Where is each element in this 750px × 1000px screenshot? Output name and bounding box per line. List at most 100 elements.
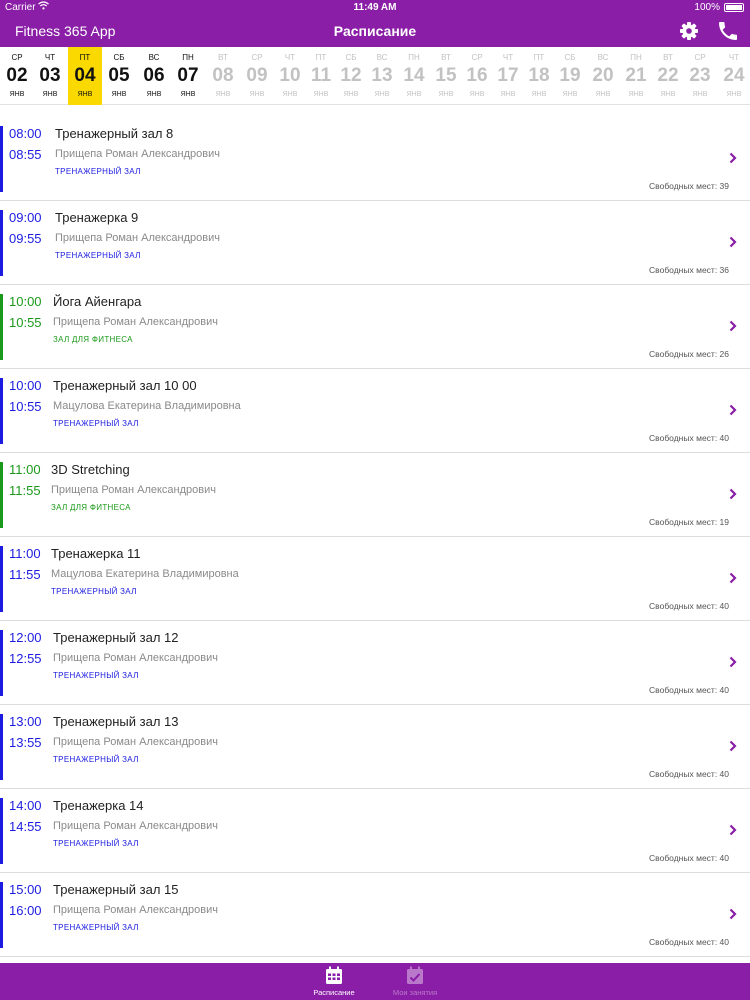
day-month: ЯНВ (343, 91, 359, 98)
schedule-list: 08:00 08:55 Тренажерный зал 8 Прищепа Роман… (0, 117, 750, 957)
day-month: ЯНВ (469, 91, 485, 98)
day-cell[interactable]: ПН 07 ЯНВ (171, 47, 205, 105)
end-time: 13:55 (9, 735, 42, 750)
day-cell[interactable]: ВС 13 ЯНВ (365, 47, 399, 105)
day-number: 10 (279, 65, 301, 86)
day-number: 24 (723, 65, 745, 86)
day-cell[interactable]: ВТ 22 ЯНВ (651, 47, 685, 105)
end-time: 12:55 (9, 651, 42, 666)
free-places: Свободных мест: 40 (649, 601, 729, 611)
day-cell[interactable]: СР 16 ЯНВ (460, 47, 494, 105)
class-row[interactable]: 08:00 08:55 Тренажерный зал 8 Прищепа Роман… (0, 117, 750, 201)
day-weekday: ПТ (533, 53, 545, 62)
day-cell[interactable]: ПН 21 ЯНВ (619, 47, 653, 105)
day-cell[interactable]: ПТ 11 ЯНВ (304, 47, 338, 105)
day-weekday: ВС (148, 53, 160, 62)
phone-icon[interactable] (716, 19, 740, 43)
trainer-name: Прищепа Роман Александрович (53, 652, 218, 664)
day-month: ЯНВ (628, 91, 644, 98)
day-cell[interactable]: ЧТ 10 ЯНВ (273, 47, 307, 105)
day-cell[interactable]: СБ 05 ЯНВ (102, 47, 136, 105)
chevron-right-icon[interactable] (729, 739, 737, 752)
day-cell[interactable]: ЧТ 03 ЯНВ (33, 47, 67, 105)
day-cell[interactable]: СР 23 ЯНВ (683, 47, 717, 105)
class-row[interactable]: 11:00 11:55 Тренажерка 11 Мацулова Екатерин… (0, 537, 750, 621)
chevron-right-icon[interactable] (729, 655, 737, 668)
day-month: ЯНВ (146, 91, 162, 98)
category-bar (0, 210, 3, 276)
class-name: Тренажерный зал 8 (55, 126, 174, 141)
gear-icon[interactable] (678, 20, 700, 42)
start-time: 10:00 (9, 378, 42, 393)
day-number: 15 (435, 65, 457, 86)
class-row[interactable]: 13:00 13:55 Тренажерный зал 13 Прищепа Рома… (0, 705, 750, 789)
chevron-right-icon[interactable] (729, 403, 737, 416)
day-cell[interactable]: СР 09 ЯНВ (240, 47, 274, 105)
trainer-name: Прищепа Роман Александрович (55, 148, 220, 160)
day-cell[interactable]: ВС 20 ЯНВ (586, 47, 620, 105)
location-label: ЗАЛ ДЛЯ ФИТНЕСА (51, 503, 131, 512)
class-row[interactable]: 15:00 16:00 Тренажерный зал 15 Прищепа Рома… (0, 873, 750, 957)
day-cell[interactable]: ПТ 18 ЯНВ (522, 47, 556, 105)
day-cell[interactable]: ПН 14 ЯНВ (397, 47, 431, 105)
chevron-right-icon[interactable] (729, 151, 737, 164)
chevron-right-icon[interactable] (729, 487, 737, 500)
day-month: ЯНВ (313, 91, 329, 98)
start-time: 15:00 (9, 882, 42, 897)
class-row[interactable]: 14:00 14:55 Тренажерка 14 Прищепа Роман Але… (0, 789, 750, 873)
tab-label: Расписание (313, 988, 355, 997)
class-row[interactable]: 12:00 12:55 Тренажерный зал 12 Прищепа Рома… (0, 621, 750, 705)
chevron-right-icon[interactable] (729, 907, 737, 920)
day-weekday: ПН (408, 53, 420, 62)
trainer-name: Прищепа Роман Александрович (53, 820, 218, 832)
day-month: ЯНВ (215, 91, 231, 98)
category-bar (0, 882, 3, 948)
day-weekday: СР (11, 53, 23, 62)
chevron-right-icon[interactable] (729, 571, 737, 584)
tab-my-classes[interactable]: Мои занятия (370, 966, 460, 997)
chevron-right-icon[interactable] (729, 823, 737, 836)
day-cell[interactable]: ВТ 15 ЯНВ (429, 47, 463, 105)
day-cell[interactable]: ПТ 04 ЯНВ (68, 47, 102, 105)
start-time: 12:00 (9, 630, 42, 645)
class-row[interactable]: 11:00 11:55 3D Stretching Прищепа Роман Але… (0, 453, 750, 537)
chevron-right-icon[interactable] (729, 235, 737, 248)
day-month: ЯНВ (595, 91, 611, 98)
day-number: 06 (143, 65, 165, 86)
start-time: 13:00 (9, 714, 42, 729)
day-number: 04 (74, 65, 96, 86)
end-time: 08:55 (9, 147, 42, 162)
category-bar (0, 462, 3, 528)
free-places: Свободных мест: 40 (649, 433, 729, 443)
trainer-name: Прищепа Роман Александрович (51, 484, 216, 496)
day-weekday: СБ (564, 53, 576, 62)
class-row[interactable]: 10:00 10:55 Тренажерный зал 10 00 Мацулова … (0, 369, 750, 453)
class-row[interactable]: 09:00 09:55 Тренажерка 9 Прищепа Роман Алек… (0, 201, 750, 285)
trainer-name: Прищепа Роман Александрович (53, 316, 218, 328)
day-number: 18 (528, 65, 550, 86)
day-month: ЯНВ (406, 91, 422, 98)
free-places: Свободных мест: 36 (649, 265, 729, 275)
day-cell[interactable]: ВТ 08 ЯНВ (206, 47, 240, 105)
end-time: 10:55 (9, 399, 42, 414)
day-weekday: ВТ (218, 53, 228, 62)
day-cell[interactable]: СР 02 ЯНВ (0, 47, 34, 105)
day-weekday: ПТ (315, 53, 327, 62)
category-bar (0, 294, 3, 360)
day-number: 14 (403, 65, 425, 86)
day-cell[interactable]: ВС 06 ЯНВ (137, 47, 171, 105)
day-cell[interactable]: ЧТ 17 ЯНВ (491, 47, 525, 105)
category-bar (0, 714, 3, 780)
tab-schedule[interactable]: Расписание (289, 966, 379, 997)
day-number: 13 (371, 65, 393, 86)
day-cell[interactable]: СБ 12 ЯНВ (334, 47, 368, 105)
day-number: 19 (559, 65, 581, 86)
class-row[interactable]: 10:00 10:55 Йога Айенгара Прищепа Роман Але… (0, 285, 750, 369)
day-cell[interactable]: ЧТ 24 ЯНВ (717, 47, 750, 105)
nav-bar: Fitness 365 App Расписание (0, 14, 750, 47)
free-places: Свободных мест: 19 (649, 517, 729, 527)
location-label: ТРЕНАЖЕРНЫЙ ЗАЛ (55, 167, 141, 176)
day-cell[interactable]: СБ 19 ЯНВ (553, 47, 587, 105)
chevron-right-icon[interactable] (729, 319, 737, 332)
day-number: 09 (246, 65, 268, 86)
